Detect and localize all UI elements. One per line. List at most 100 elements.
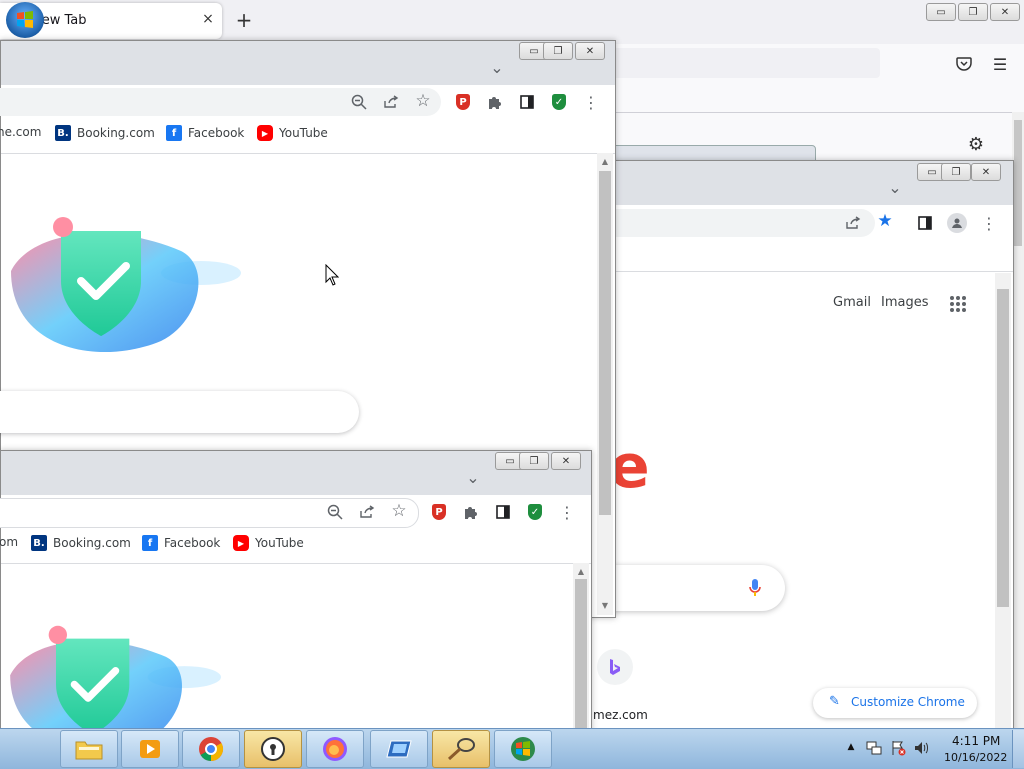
shortcut-bing-icon[interactable] [597,649,633,685]
more-menu-icon[interactable]: ⋮ [557,502,577,522]
restore-button[interactable]: ❐ [941,163,971,181]
firefox-taskbar-icon[interactable] [306,730,364,768]
pencil-icon: ✎ [829,694,840,709]
show-hidden-icons-icon[interactable]: ▲ [845,740,857,754]
remote-desktop-taskbar-icon[interactable] [370,730,428,768]
booking-icon: B. [55,125,71,141]
chrome-window-bottom: ▭ ❐ ✕ ⌄ ☆ P ✓ ⋮ om B. Booking.com f Facebo… [0,450,592,732]
extension-p-icon[interactable]: P [456,94,470,110]
chrome-window-right: ▭ ❐ ✕ ⌄ ★ ⋮ Gmail Images e mez.com ✎ Cus… [590,160,1014,732]
close-window-button[interactable]: ✕ [971,163,1001,181]
action-center-flag-icon[interactable] [890,740,906,756]
menu-icon[interactable]: ☰ [990,54,1010,74]
chrome-taskbar-icon[interactable] [182,730,240,768]
bookmark-facebook[interactable]: f Facebook [166,125,244,141]
share-icon[interactable] [843,213,863,233]
pocket-icon[interactable] [954,54,974,74]
scrollbar-thumb[interactable] [997,289,1009,607]
close-window-button[interactable]: ✕ [990,3,1020,21]
bookmark-youtube[interactable]: ▶ YouTube [257,125,328,141]
scroll-up-icon[interactable]: ▲ [597,155,613,167]
media-player-taskbar-icon[interactable] [121,730,179,768]
scrollbar-thumb[interactable] [575,579,587,729]
bookmark-star-icon[interactable]: ☆ [413,91,433,111]
side-panel-icon[interactable] [915,213,935,233]
net-tool-taskbar-icon[interactable] [432,730,490,768]
facebook-icon: f [166,125,182,141]
scrollbar-thumb[interactable] [1014,120,1022,246]
bookmark-label: YouTube [279,126,328,140]
extension-p-icon[interactable]: P [432,504,446,520]
zoom-icon[interactable] [349,92,369,112]
bookmark-label: YouTube [255,536,304,550]
clock-date[interactable]: 10/16/2022 [944,751,1007,764]
omnibox[interactable] [591,209,875,237]
side-panel-icon[interactable] [517,92,537,112]
bookmark-label: Facebook [164,536,221,550]
omnibox[interactable] [0,88,441,116]
bookmark-label: Facebook [188,126,245,140]
scroll-up-icon[interactable]: ▲ [573,565,589,577]
close-window-button[interactable]: ✕ [551,452,581,470]
mouse-cursor-icon [325,263,340,286]
bookmark-youtube[interactable]: ▶ YouTube [233,535,304,551]
tab-search-chevron-icon[interactable]: ⌄ [487,57,507,77]
google-apps-icon[interactable] [949,295,967,313]
more-menu-icon[interactable]: ⋮ [581,92,601,112]
file-explorer-taskbar-icon[interactable] [60,730,118,768]
firefox-url-bar[interactable] [600,48,880,78]
share-icon[interactable] [357,502,377,522]
extension-shield-icon[interactable]: ✓ [552,94,566,110]
show-desktop-button[interactable] [1012,730,1024,768]
tab-search-chevron-icon[interactable]: ⌄ [463,467,483,487]
shortcut-label[interactable]: mez.com [593,708,648,722]
close-tab-icon[interactable]: × [200,11,216,27]
customize-chrome-label: Customize Chrome [851,695,965,709]
youtube-icon: ▶ [233,535,249,551]
side-panel-icon[interactable] [493,502,513,522]
tab-search-chevron-icon[interactable]: ⌄ [885,177,905,197]
extension-shield-icon[interactable]: ✓ [528,504,542,520]
bookmark-label: om [0,535,19,549]
close-window-button[interactable]: ✕ [575,42,605,60]
share-icon[interactable] [381,92,401,112]
restore-button[interactable]: ❐ [543,42,573,60]
security-shield-illustration [1,211,241,361]
minimize-button[interactable]: ▭ [926,3,956,21]
bookmark-booking[interactable]: B. Booking.com [55,125,155,141]
profile-avatar-icon[interactable] [947,213,967,233]
bookmark-star-icon[interactable]: ☆ [389,501,409,521]
scroll-down-icon[interactable]: ▼ [597,599,613,611]
scrollbar-thumb[interactable] [599,171,611,515]
voice-search-mic-icon[interactable] [745,577,765,599]
toolbar-divider [600,112,1024,113]
clock-time[interactable]: 4:11 PM [952,734,1000,748]
restore-button[interactable]: ❐ [519,452,549,470]
volume-icon[interactable] [914,740,930,756]
bookmark-booking[interactable]: B. Booking.com [31,535,131,551]
network-icon[interactable] [866,740,882,756]
bookmark-label: Booking.com [53,536,131,550]
extensions-puzzle-icon[interactable] [461,502,481,522]
more-menu-icon[interactable]: ⋮ [979,213,999,233]
facebook-icon: f [142,535,158,551]
windows-icon-taskbar-icon[interactable] [494,730,552,768]
bookmark-facebook[interactable]: f Facebook [142,535,220,551]
settings-gear-icon[interactable]: ⚙ [964,132,988,156]
extensions-puzzle-icon[interactable] [485,92,505,112]
bookmark-label: Booking.com [77,126,155,140]
new-tab-button[interactable]: + [232,8,256,32]
images-link[interactable]: Images [881,295,929,310]
restore-button[interactable]: ❐ [958,3,988,21]
customize-chrome-button[interactable]: ✎ Customize Chrome [813,688,977,718]
app-lock-taskbar-icon[interactable] [244,730,302,768]
zoom-icon[interactable] [325,502,345,522]
search-box[interactable] [0,391,359,433]
security-shield-illustration [1,619,221,731]
bookmark-item[interactable]: om [0,535,18,549]
gmail-link[interactable]: Gmail [833,295,871,310]
bookmark-star-icon[interactable]: ★ [875,211,895,231]
start-button[interactable] [6,2,44,38]
youtube-icon: ▶ [257,125,273,141]
bookmark-item[interactable]: ne.com [0,125,41,139]
